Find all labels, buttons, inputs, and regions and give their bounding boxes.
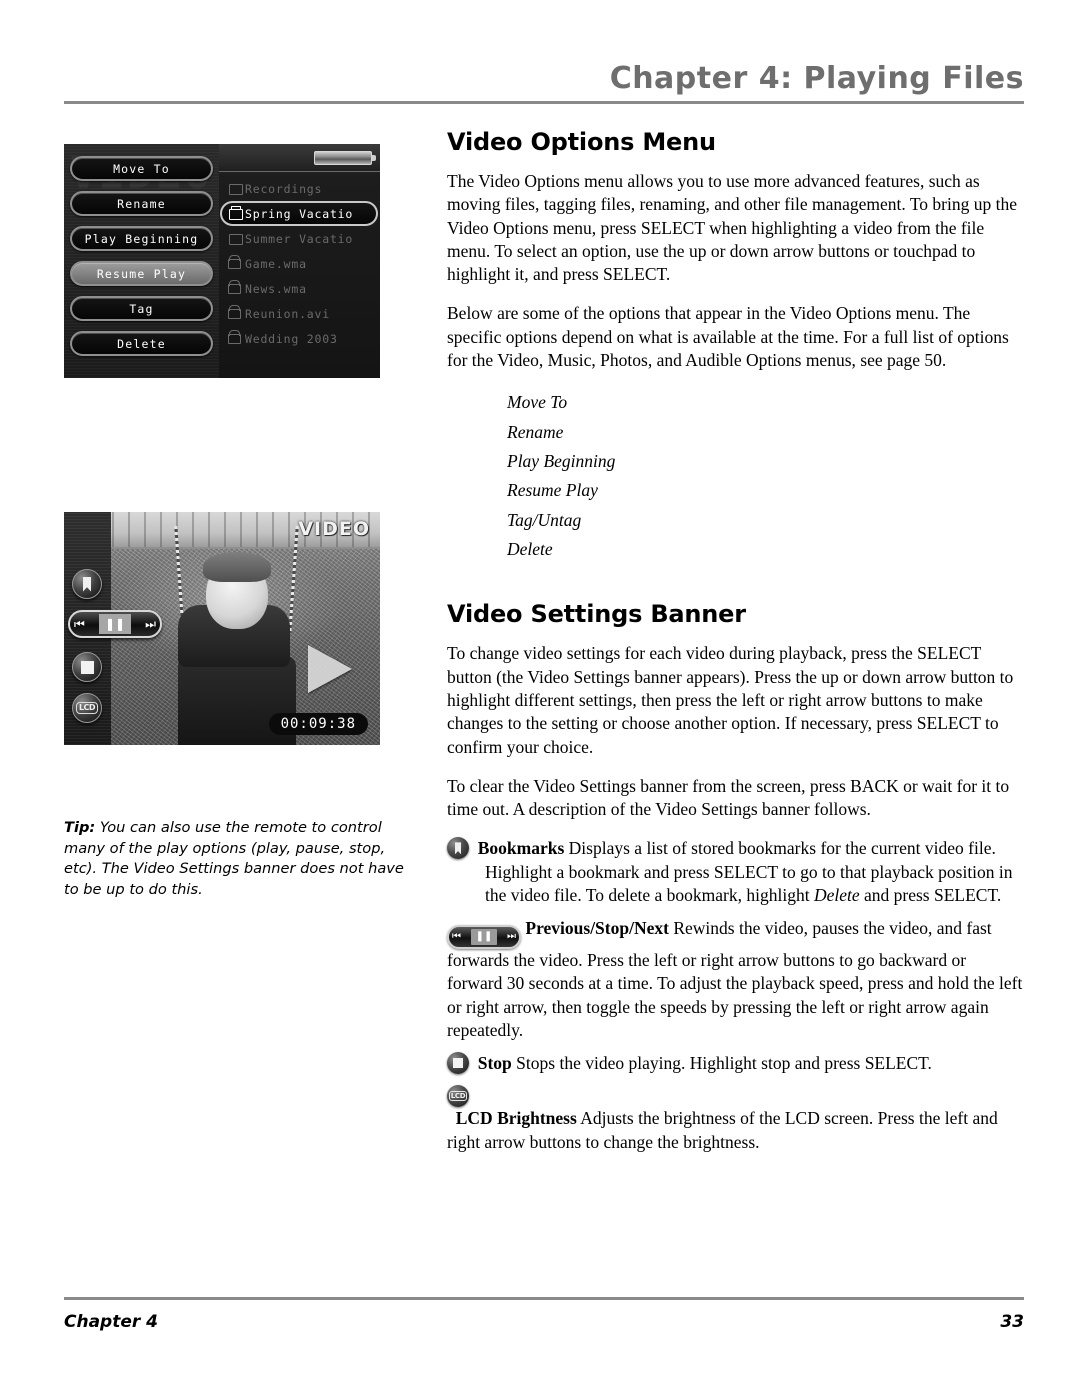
tip-block: Tip: You can also use the remote to cont… (64, 818, 404, 901)
section-title-video-settings: Video Settings Banner (447, 600, 746, 629)
setting-term: Stop (477, 1053, 512, 1074)
child-hair (203, 551, 272, 582)
menu-button-tag[interactable]: Tag (70, 296, 213, 321)
file-list: Recordings Spring Vacatio Summer Vacatio… (220, 176, 380, 351)
header-divider (64, 101, 1024, 104)
previous-pause-next-icon[interactable]: ⏮ ❚❚ ⏭ (68, 610, 162, 638)
stop-icon (447, 1052, 469, 1075)
pause-icon: ❚❚ (470, 929, 498, 946)
bookmarks-icon (447, 837, 469, 860)
menu-button-label: Move To (113, 161, 170, 176)
paragraph: To clear the Video Settings banner from … (447, 775, 1010, 820)
options-list-item: Play Beginning (507, 450, 616, 471)
list-item[interactable]: Game.wma (222, 251, 380, 276)
setting-description: Stops the video playing. Highlight stop … (511, 1053, 932, 1074)
menu-button-label: Rename (117, 196, 166, 211)
tip-label: Tip: (64, 819, 96, 836)
setting-term: LCD Brightness (455, 1108, 577, 1129)
previous-icon: ⏮ (452, 931, 461, 943)
menu-button-label: Resume Play (96, 266, 187, 281)
video-overlay-label: VIDEO (298, 518, 370, 540)
setting-description-tail: and press SELECT. (859, 884, 1002, 905)
play-indicator-icon (308, 645, 352, 693)
menu-button-rename[interactable]: Rename (70, 191, 213, 216)
setting-item-stop: Stop Stops the video playing. Highlight … (447, 1052, 1025, 1075)
footer-divider (64, 1297, 1024, 1300)
options-list-item: Rename (507, 421, 564, 442)
lcd-brightness-icon[interactable]: LCD (72, 693, 102, 723)
next-icon[interactable]: ⏭ (145, 618, 156, 630)
page-header: Chapter 4: Playing Files (64, 62, 1024, 104)
chapter-header-title: Chapter 4: Playing Files (609, 61, 1024, 96)
previous-stop-next-icon: ⏮ ❚❚ ⏭ (447, 925, 521, 950)
page-footer: Chapter 4 33 (64, 1297, 1024, 1332)
footer-page-number: 33 (1000, 1312, 1024, 1332)
setting-term: Bookmarks (477, 838, 565, 859)
tip-text: You can also use the remote to control m… (64, 819, 404, 899)
paragraph: To change video settings for each video … (447, 643, 1014, 757)
list-item-label: Reunion.avi (245, 306, 330, 321)
paragraph: The Video Options menu allows you to use… (447, 171, 1017, 285)
options-list-item: Resume Play (507, 480, 598, 501)
bookmark-glyph (83, 576, 91, 592)
list-item-label: Summer Vacatio (245, 231, 354, 246)
stop-icon[interactable] (72, 652, 102, 682)
setting-item-lcd-brightness: LCD LCD Brightness Adjusts the brightnes… (447, 1085, 1025, 1154)
page-title: Video Options Menu (447, 128, 716, 156)
lcd-glyph: LCD (75, 702, 99, 714)
battery-icon (314, 151, 376, 165)
setting-item-previous-stop-next: ⏮ ❚❚ ⏭ Previous/Stop/Next Rewinds the vi… (447, 917, 1025, 1042)
paragraph: Below are some of the options that appea… (447, 303, 1009, 370)
menu-button-resume-play[interactable]: Resume Play (70, 261, 213, 286)
footer-chapter-label: Chapter 4 (64, 1312, 159, 1332)
bookmarks-icon[interactable] (72, 569, 102, 599)
figure-options-pane: VIDEO Move To Rename Play Beginning Resu… (64, 144, 219, 378)
lcd-glyph: LCD (448, 1091, 468, 1102)
menu-button-label: Delete (117, 336, 166, 351)
list-item[interactable]: Spring Vacatio (220, 201, 378, 226)
list-item-label: Recordings (245, 181, 323, 196)
pause-icon[interactable]: ❚❚ (98, 614, 132, 634)
menu-button-label: Play Beginning (84, 231, 199, 246)
list-item-label: Game.wma (245, 256, 307, 271)
figure-video-settings-banner: VIDEO ⏮ ❚❚ ⏭ LCD 00:09:38 (64, 512, 380, 745)
main-content: Video Options Menu The Video Options men… (447, 128, 1025, 1164)
menu-button-delete[interactable]: Delete (70, 331, 213, 356)
list-item[interactable]: Recordings (222, 176, 380, 201)
list-item[interactable]: Summer Vacatio (222, 226, 380, 251)
list-item[interactable]: Reunion.avi (222, 301, 380, 326)
options-list-item: Delete (507, 539, 553, 560)
setting-item-bookmarks: Bookmarks Displays a list of stored book… (447, 837, 1025, 907)
list-item-label: Spring Vacatio (245, 206, 354, 221)
previous-icon[interactable]: ⏮ (74, 618, 85, 630)
options-list: Move To Rename Play Beginning Resume Pla… (447, 388, 1025, 564)
list-item[interactable]: News.wma (222, 276, 380, 301)
video-timecode: 00:09:38 (268, 713, 368, 735)
stop-glyph (80, 660, 94, 674)
list-item[interactable]: Wedding 2003 (222, 326, 380, 351)
lcd-brightness-icon: LCD (447, 1085, 469, 1108)
figure-video-options-menu: VIDEO Move To Rename Play Beginning Resu… (64, 144, 380, 378)
menu-button-move-to[interactable]: Move To (70, 156, 213, 181)
options-list-item: Tag/Untag (507, 509, 582, 530)
menu-button-label: Tag (129, 301, 154, 316)
list-item-label: News.wma (245, 281, 307, 296)
setting-term: Previous/Stop/Next (525, 918, 669, 939)
menu-button-play-beginning[interactable]: Play Beginning (70, 226, 213, 251)
figure-status-bar (219, 144, 380, 172)
next-icon: ⏭ (506, 931, 516, 943)
document-page: Chapter 4: Playing Files VIDEO Move To R… (0, 0, 1080, 1397)
setting-italic-word: Delete (813, 884, 860, 905)
options-list-item: Move To (507, 392, 568, 413)
list-item-label: Wedding 2003 (245, 331, 338, 346)
